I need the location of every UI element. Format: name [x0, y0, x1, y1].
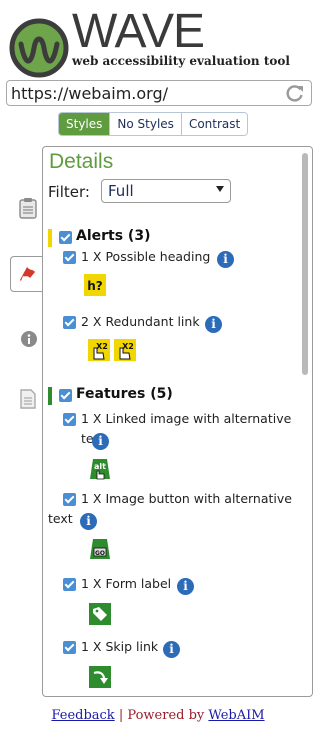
details-panel: Details Filter: Full Alerts (3) 1 X Poss…	[42, 146, 313, 697]
info-circle-icon[interactable]	[21, 331, 37, 347]
skip-link-label: 1 X Skip link	[81, 639, 159, 654]
filter-select[interactable]: Full	[101, 179, 231, 203]
redundant-link-label: 2 X Redundant link	[81, 314, 200, 329]
features-checkbox[interactable]	[59, 389, 72, 402]
features-color-bar	[48, 387, 52, 405]
linked-image-label: 1 X Linked image with alternative text	[81, 411, 292, 446]
no-styles-toggle-button[interactable]: No Styles	[109, 113, 181, 135]
skip-link-badge-icon[interactable]	[89, 666, 111, 688]
chevron-down-icon	[216, 186, 224, 192]
url-bar	[6, 80, 312, 106]
panel-scrollbar[interactable]	[302, 153, 308, 375]
possible-heading-label: 1 X Possible heading	[81, 249, 211, 264]
filter-label: Filter:	[48, 183, 90, 201]
tab-flag-active[interactable]	[10, 256, 42, 292]
filter-select-value: Full	[108, 182, 134, 200]
url-input[interactable]	[11, 83, 281, 103]
form-label-checkbox[interactable]	[63, 578, 76, 591]
info-icon[interactable]: i	[177, 578, 194, 595]
svg-text:h?: h?	[87, 279, 103, 293]
flag-icon	[20, 267, 35, 281]
alerts-color-bar	[48, 229, 52, 247]
form-label-badge-icon[interactable]	[89, 603, 111, 625]
redundant-link-badge-icon[interactable]: X2	[114, 339, 136, 361]
info-icon[interactable]: i	[80, 513, 97, 530]
footer-separator: |	[118, 708, 124, 723]
powered-by-text: Powered by	[127, 708, 205, 723]
svg-text:X2: X2	[96, 342, 108, 351]
svg-text:GO: GO	[95, 550, 105, 557]
info-icon[interactable]: i	[92, 433, 109, 450]
info-icon[interactable]: i	[205, 316, 222, 333]
webaim-link[interactable]: WebAIM	[208, 708, 264, 723]
wave-logo-icon	[9, 18, 69, 78]
styles-toggle-button[interactable]: Styles	[59, 113, 110, 135]
redundant-link-badge-icon[interactable]: X2	[88, 339, 110, 361]
info-icon[interactable]: i	[163, 641, 180, 658]
info-icon[interactable]: i	[217, 251, 234, 268]
possible-heading-badge-icon[interactable]: h?	[84, 274, 106, 296]
brand-title: WAVE	[72, 5, 205, 58]
alerts-checkbox[interactable]	[59, 231, 72, 244]
redundant-link-checkbox[interactable]	[63, 316, 76, 329]
view-toggle-group: Styles No Styles Contrast	[58, 112, 249, 136]
features-category-label: Features (5)	[76, 386, 173, 402]
clipboard-icon[interactable]	[17, 197, 39, 219]
skip-link-checkbox[interactable]	[63, 641, 76, 654]
form-label-label: 1 X Form label	[81, 576, 172, 591]
alerts-category-label: Alerts (3)	[76, 228, 151, 244]
brand-tagline: web accessibility evaluation tool	[72, 54, 290, 68]
document-icon[interactable]	[19, 389, 37, 409]
linked-image-checkbox[interactable]	[63, 413, 76, 426]
footer: Feedback | Powered by WebAIM	[0, 708, 316, 723]
feedback-link[interactable]: Feedback	[51, 708, 114, 723]
panel-title: Details	[49, 150, 114, 173]
refresh-icon[interactable]	[285, 83, 305, 103]
contrast-toggle-button[interactable]: Contrast	[180, 113, 248, 135]
svg-text:alt: alt	[94, 462, 106, 471]
svg-text:X2: X2	[122, 342, 134, 351]
possible-heading-checkbox[interactable]	[63, 251, 76, 264]
linked-image-badge-icon[interactable]: alt	[89, 458, 111, 480]
image-button-badge-icon[interactable]: GO	[89, 538, 111, 560]
